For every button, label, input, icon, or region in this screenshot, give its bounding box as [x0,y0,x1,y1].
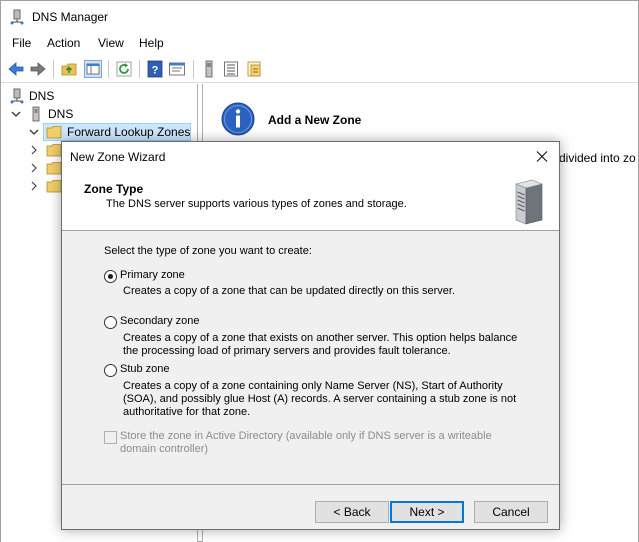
menu-view[interactable]: View [98,36,124,50]
chevron-right-icon[interactable] [29,162,39,174]
tree-item-dns-root[interactable]: DNS [1,87,191,105]
add-new-zone-title: Add a New Zone [268,113,362,127]
back-button[interactable]: < Back [315,501,389,523]
menu-help[interactable]: Help [139,36,164,50]
chevron-down-icon[interactable] [29,126,39,138]
chevron-down-icon[interactable] [11,108,21,120]
tree-item-forward-lookup-zones[interactable]: Forward Lookup Zones [1,123,198,141]
description-text: divided into zo [559,151,636,165]
option-label[interactable]: Primary zone [120,269,185,281]
server-tower-icon [515,179,543,225]
svg-text:?: ? [152,65,159,77]
properties-icon[interactable] [168,60,186,78]
dns-manager-icon [10,9,24,25]
wizard-footer: < Back Next > Cancel [62,484,559,529]
help-icon[interactable]: ? [146,60,164,78]
menu-file[interactable]: File [12,36,31,50]
folder-icon [46,126,62,139]
chevron-right-icon[interactable] [29,180,39,192]
wizard-header: Zone Type The DNS server supports variou… [62,171,559,231]
radio-secondary-zone[interactable] [104,316,117,329]
tree-item-label: DNS [48,107,74,121]
option-label[interactable]: Stub zone [120,363,170,375]
folder-icon [46,180,62,193]
dns-icon [10,88,24,104]
new-zone-wizard-dialog: New Zone Wizard Zone Type The DNS server… [61,141,560,530]
tree-item-label: Forward Lookup Zones [67,125,191,139]
page-title: Zone Type [84,182,144,196]
menu-bar: File Action View Help [1,33,638,54]
dialog-title-bar: New Zone Wizard [62,142,559,171]
toolbar-separator [193,60,194,78]
folder-list-icon[interactable] [245,60,263,78]
store-in-ad-checkbox [104,431,117,444]
ad-integrated-checkbox-row: Store the zone in Active Directory (avai… [104,430,534,460]
close-icon[interactable] [525,142,559,171]
option-description: Creates a copy of a zone containing only… [123,380,517,418]
back-icon[interactable] [7,60,25,78]
tree-item-label: DNS [29,89,55,103]
tree-item-dns-server[interactable]: DNS [1,105,191,123]
chevron-right-icon[interactable] [29,144,39,156]
toolbar-separator [53,60,54,78]
option-secondary-zone[interactable]: Secondary zone Creates a copy of a zone … [104,315,534,360]
cancel-button[interactable]: Cancel [474,501,548,523]
list-icon[interactable] [222,60,240,78]
folder-icon [46,162,62,175]
up-folder-icon[interactable] [60,60,78,78]
option-primary-zone[interactable]: Primary zone Creates a copy of a zone th… [104,269,534,299]
title-bar: DNS Manager [1,1,638,33]
next-button[interactable]: Next > [390,501,464,523]
checkbox-label: Store the zone in Active Directory (avai… [120,430,492,455]
server-icon[interactable] [200,60,218,78]
option-label[interactable]: Secondary zone [120,315,200,327]
server-icon [32,106,40,122]
info-icon [221,102,255,136]
toolbar-separator [139,60,140,78]
radio-stub-zone[interactable] [104,364,117,377]
option-stub-zone[interactable]: Stub zone Creates a copy of a zone conta… [104,363,534,421]
window-title: DNS Manager [32,10,109,24]
show-hide-tree-icon[interactable] [84,60,102,78]
zone-type-prompt: Select the type of zone you want to crea… [104,245,312,257]
toolbar: ? [1,55,638,83]
toolbar-separator [108,60,109,78]
dialog-title: New Zone Wizard [70,150,166,164]
refresh-icon[interactable] [115,60,133,78]
menu-action[interactable]: Action [47,36,80,50]
radio-primary-zone[interactable] [104,270,117,283]
wizard-body: Select the type of zone you want to crea… [62,232,559,484]
forward-icon[interactable] [29,60,47,78]
option-description: Creates a copy of a zone that exists on … [123,332,518,357]
page-subtitle: The DNS server supports various types of… [106,198,407,210]
option-description: Creates a copy of a zone that can be upd… [123,285,456,297]
folder-icon [46,144,62,157]
